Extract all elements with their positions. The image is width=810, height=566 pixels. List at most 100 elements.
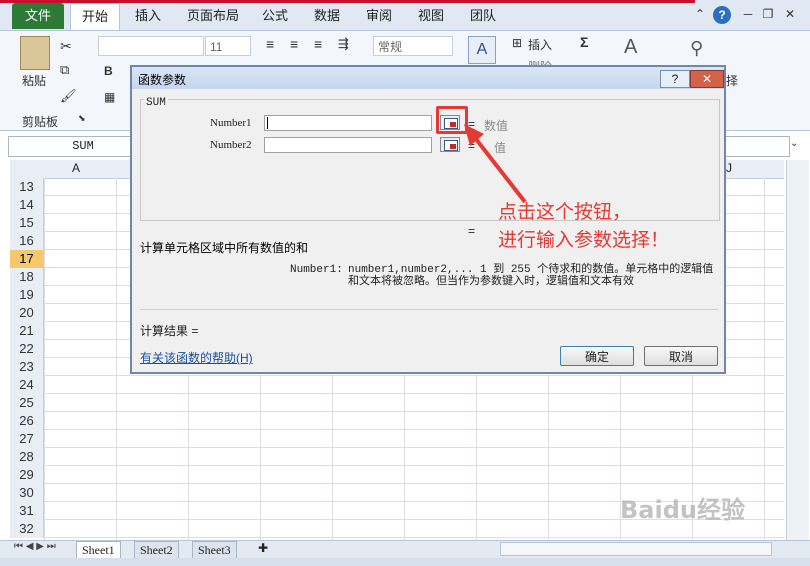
row-header[interactable]: 19 bbox=[10, 286, 44, 304]
tab-formulas[interactable]: 公式 bbox=[255, 3, 295, 29]
dialog-title: 函数参数 bbox=[138, 73, 187, 87]
table-row[interactable]: 29 bbox=[10, 466, 784, 484]
align-middle-icon[interactable]: ≡ bbox=[290, 36, 298, 52]
wrap-text-icon[interactable]: ⇶ bbox=[338, 36, 349, 52]
cut-icon[interactable]: ✂ bbox=[60, 38, 72, 55]
annotation-arrow-line bbox=[470, 132, 527, 204]
row-header[interactable]: 29 bbox=[10, 466, 44, 484]
tab-review[interactable]: 审阅 bbox=[359, 3, 399, 29]
row-header[interactable]: 28 bbox=[10, 448, 44, 466]
find-select-icon[interactable]: ⚲ bbox=[690, 38, 703, 59]
arg-label-number1: Number1 bbox=[210, 117, 252, 129]
table-row[interactable]: 27 bbox=[10, 430, 784, 448]
column-header-a[interactable]: A bbox=[72, 161, 80, 175]
sheet-nav-icon[interactable]: ⏮ ◀ ▶ ⏭ bbox=[14, 541, 56, 552]
arg-description-name: Number1: bbox=[290, 264, 343, 276]
insert-cells-icon[interactable]: ⊞ bbox=[512, 36, 522, 50]
format-painter-icon[interactable]: 🖌 bbox=[60, 88, 77, 104]
row-header[interactable]: 16 bbox=[10, 232, 44, 250]
arg-description-text: number1,number2,... 1 到 255 个待求和的数值。单元格中… bbox=[348, 264, 714, 288]
dialog-help-button[interactable]: ? bbox=[660, 70, 690, 88]
number1-input[interactable] bbox=[264, 115, 432, 131]
text-caret bbox=[267, 117, 268, 129]
watermark-logo: Baidu经验 bbox=[620, 496, 745, 524]
align-top-icon[interactable]: ≡ bbox=[266, 36, 274, 52]
tab-file[interactable]: 文件 bbox=[12, 3, 64, 29]
annotation-line-1: 点击这个按钮， bbox=[498, 201, 632, 223]
autosum-icon[interactable]: Σ bbox=[580, 34, 588, 50]
font-name-combo[interactable] bbox=[98, 36, 204, 56]
sheet-tab-3[interactable]: Sheet3 bbox=[192, 541, 237, 559]
row-header[interactable]: 21 bbox=[10, 322, 44, 340]
annotation-line-2: 进行输入参数选择！ bbox=[498, 229, 670, 251]
row-header[interactable]: 13 bbox=[10, 178, 44, 196]
row-header[interactable]: 30 bbox=[10, 484, 44, 502]
horizontal-scrollbar[interactable] bbox=[500, 542, 772, 556]
row-header[interactable]: 15 bbox=[10, 214, 44, 232]
bold-icon[interactable]: B bbox=[104, 64, 113, 78]
row-header[interactable]: 23 bbox=[10, 358, 44, 376]
annotation-text: 点击这个按钮， 进行输入参数选择！ bbox=[498, 198, 669, 254]
help-icon[interactable]: ? bbox=[713, 6, 731, 24]
paste-icon[interactable] bbox=[20, 36, 50, 70]
minimize-ribbon-icon[interactable]: ⌃ bbox=[692, 6, 708, 22]
row-header[interactable]: 32 bbox=[10, 520, 44, 538]
annotation-arrow bbox=[464, 124, 527, 204]
align-bottom-icon[interactable]: ≡ bbox=[314, 36, 322, 52]
tab-team[interactable]: 团队 bbox=[463, 3, 503, 29]
vertical-scrollbar[interactable] bbox=[786, 160, 809, 540]
row-header[interactable]: 17 bbox=[10, 250, 44, 268]
window-restore-icon[interactable]: ❐ bbox=[760, 6, 776, 22]
expand-formula-bar-icon[interactable]: ⌄ bbox=[790, 138, 798, 149]
tab-home[interactable]: 开始 bbox=[70, 3, 120, 30]
row-header[interactable]: 14 bbox=[10, 196, 44, 214]
row-header[interactable]: 20 bbox=[10, 304, 44, 322]
insert-button[interactable]: 插入 bbox=[528, 36, 552, 53]
sheet-tab-2[interactable]: Sheet2 bbox=[134, 541, 179, 559]
arg-label-number2: Number2 bbox=[210, 139, 252, 151]
table-row[interactable]: 26 bbox=[10, 412, 784, 430]
clipboard-group-label: 剪贴板 bbox=[22, 115, 59, 129]
table-row[interactable]: 28 bbox=[10, 448, 784, 466]
tab-page-layout[interactable]: 页面布局 bbox=[180, 3, 246, 29]
clipboard-launcher-icon[interactable]: ⬊ bbox=[78, 113, 86, 124]
table-row[interactable]: 25 bbox=[10, 394, 784, 412]
number-format-combo[interactable]: 常规 bbox=[373, 36, 453, 56]
copy-icon[interactable]: ⧉ bbox=[60, 62, 69, 78]
table-row[interactable]: 24 bbox=[10, 376, 784, 394]
borders-icon[interactable]: ▦ bbox=[104, 90, 115, 104]
formula-result: 计算结果 = bbox=[140, 324, 199, 338]
ribbon-tab-bar bbox=[0, 0, 810, 31]
window-minimize-icon[interactable]: ─ bbox=[740, 6, 756, 22]
dialog-close-button[interactable]: ✕ bbox=[690, 70, 724, 88]
number2-input[interactable] bbox=[264, 137, 432, 153]
row-header[interactable]: 24 bbox=[10, 376, 44, 394]
function-name: SUM bbox=[144, 97, 168, 109]
status-bar bbox=[0, 558, 810, 566]
window-close-icon[interactable]: ✕ bbox=[782, 6, 798, 22]
new-sheet-icon[interactable]: ✚ bbox=[258, 541, 268, 555]
row-header[interactable]: 25 bbox=[10, 394, 44, 412]
ok-button[interactable]: 确定 bbox=[560, 346, 634, 366]
paste-button[interactable]: 粘贴 bbox=[22, 72, 46, 89]
row-header[interactable]: 18 bbox=[10, 268, 44, 286]
function-help-link[interactable]: 有关该函数的帮助(H) bbox=[140, 349, 253, 366]
function-description: 计算单元格区域中所有数值的和 bbox=[140, 241, 309, 255]
tab-insert[interactable]: 插入 bbox=[128, 3, 168, 29]
row-header[interactable]: 22 bbox=[10, 340, 44, 358]
cancel-button[interactable]: 取消 bbox=[644, 346, 718, 366]
dialog-title-bar[interactable] bbox=[132, 67, 724, 89]
result-equals-sign: = bbox=[468, 224, 476, 238]
dialog-divider bbox=[140, 309, 718, 310]
column-header-j[interactable]: J bbox=[726, 161, 732, 175]
styles-icon[interactable]: A bbox=[468, 36, 496, 64]
font-size-combo[interactable]: 11 bbox=[205, 36, 251, 56]
sort-filter-icon[interactable]: A bbox=[624, 36, 637, 59]
find-select-label: 择 bbox=[726, 74, 739, 88]
row-header[interactable]: 26 bbox=[10, 412, 44, 430]
row-header[interactable]: 27 bbox=[10, 430, 44, 448]
tab-data[interactable]: 数据 bbox=[307, 3, 347, 29]
sheet-tab-1[interactable]: Sheet1 bbox=[76, 541, 121, 559]
row-header[interactable]: 31 bbox=[10, 502, 44, 520]
tab-view[interactable]: 视图 bbox=[411, 3, 451, 29]
